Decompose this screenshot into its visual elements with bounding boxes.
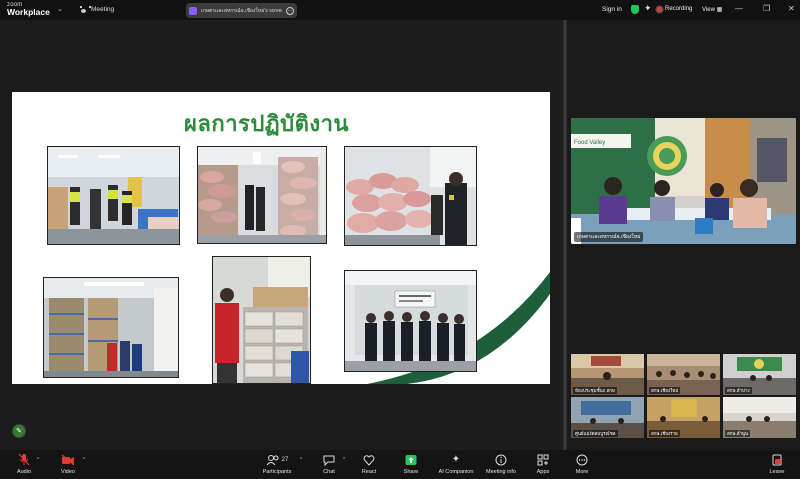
participant-name: สกษ.ลำพูน [725,430,751,437]
participants-icon [266,454,279,465]
paw-icon [80,6,91,13]
view-label: View [702,7,715,13]
share-indicator-pill[interactable]: เกษตรและสหกรณ์จ.เชียงใหม่'s screen ··· [186,3,297,18]
photo-meat-pallet-inspection [344,146,477,246]
participant-name: ศูนย์แม่งัดสมบูรณ์ชล [573,430,618,437]
recording-indicator[interactable]: Recording [657,6,692,12]
participant-tile[interactable]: สกษ.เชียงราย [647,397,720,438]
participant-name: สกษ.เชียงใหม่ [649,387,681,394]
ai-companion-label: AI Companion [438,469,474,475]
photo-boxes-inspection [212,256,311,384]
logo-bottom: Workplace [7,7,50,17]
participant-tile[interactable]: สกษ.ลำพูน [723,397,796,438]
share-screen-icon [405,453,417,466]
participants-caret-icon[interactable]: ^ [300,457,302,463]
video-off-icon [61,453,75,466]
share-label: Share [403,469,419,475]
chat-label: Chat [323,469,335,475]
participant-tile[interactable]: ห้องประชุมชั้น2 สกษ [571,354,644,395]
participants-label: Participants [262,469,292,475]
audio-label: Audio [16,469,32,475]
participant-tile[interactable]: สกษ.เชียงใหม่ [647,354,720,395]
leave-button[interactable]: Leave [752,453,800,475]
ai-sparkle-icon[interactable]: ✦ [644,3,652,14]
zoom-logo: zoom Workplace [7,2,50,17]
panel-divider[interactable] [563,20,567,450]
meeting-label: Meeting [91,6,115,13]
more-label: More [575,469,589,475]
show-video-panel-icon[interactable]: ✎ [12,424,26,438]
participant-name: ห้องประชุมชั้น2 สกษ [573,387,617,394]
active-speaker-video[interactable]: Food Valley เกษตรและสหกรณ์จ.เชียงใหม่ [571,118,796,244]
presentation-slide: ผลการปฏิบัติงาน [12,92,550,384]
speaker-banner: Food Valley [574,140,605,146]
speaker-name-label: เกษตรและสหกรณ์จ.เชียงใหม่ [574,232,644,242]
share-screen-icon [189,6,197,15]
heart-icon [363,453,375,466]
participant-name: สกษ.ลำปาง [725,387,752,394]
close-window-icon[interactable]: ✕ [788,4,795,13]
info-icon [495,453,507,466]
minimize-window-icon[interactable]: — [735,4,743,13]
mic-muted-icon [18,453,30,466]
slide-title: ผลการปฏิบัติงาน [184,112,349,137]
sign-in-link[interactable]: Sign in [602,6,622,13]
leave-icon [771,453,783,466]
audio-options-caret-icon[interactable]: ^ [37,457,39,463]
apps-label: Apps [536,469,550,475]
photo-meat-storage-aisle [197,146,327,244]
view-grid-icon: ▦ [716,7,723,13]
more-options-icon[interactable]: ··· [286,6,294,15]
apps-grid-icon [537,453,549,466]
video-label: Video [61,469,75,475]
record-dot-icon [657,6,662,12]
participant-name: สกษ.เชียงราย [649,430,680,437]
chat-bubble-icon [323,453,335,466]
meeting-button[interactable]: Meeting [80,6,114,13]
view-button[interactable]: View ▦ [702,6,722,13]
ai-companion-button[interactable]: ✦ AI Companion [431,453,481,475]
leave-label: Leave [769,469,785,475]
ai-sparkle-icon: ✦ [451,454,461,465]
security-shield-icon[interactable] [631,5,639,14]
participant-tile[interactable]: ศูนย์แม่งัดสมบูรณ์ชล [571,397,644,438]
more-dots-icon [576,453,588,466]
restore-window-icon[interactable]: ❐ [763,4,770,13]
photo-group-team [344,270,477,372]
title-bar: zoom Workplace ⌄ Meeting เกษตรและสหกรณ์จ… [0,0,800,20]
chevron-down-icon[interactable]: ⌄ [57,5,63,13]
meeting-info-label: Meeting info [486,469,516,475]
participant-gallery: ห้องประชุมชั้น2 สกษ สกษ.เชียงใหม่ สกษ.ลำ… [571,354,796,438]
audio-button[interactable]: Audio [0,453,49,475]
share-title: เกษตรและสหกรณ์จ.เชียงใหม่'s screen [201,7,282,14]
photo-warehouse-shelves [43,277,179,378]
participants-count: 27 [281,456,289,463]
participant-tile[interactable]: สกษ.ลำปาง [723,354,796,395]
meeting-toolbar: Audio ^ Video ^ 27 Participants ^ Chat ^… [0,450,800,479]
recording-label: Recording [665,6,693,12]
react-label: React [361,469,377,475]
video-button[interactable]: Video [43,453,93,475]
photo-cold-storage-inspection [47,146,180,245]
share-button[interactable]: Share [386,453,436,475]
participants-button[interactable]: 27 Participants [252,453,302,475]
video-options-caret-icon[interactable]: ^ [83,457,85,463]
more-button[interactable]: More [557,453,607,475]
